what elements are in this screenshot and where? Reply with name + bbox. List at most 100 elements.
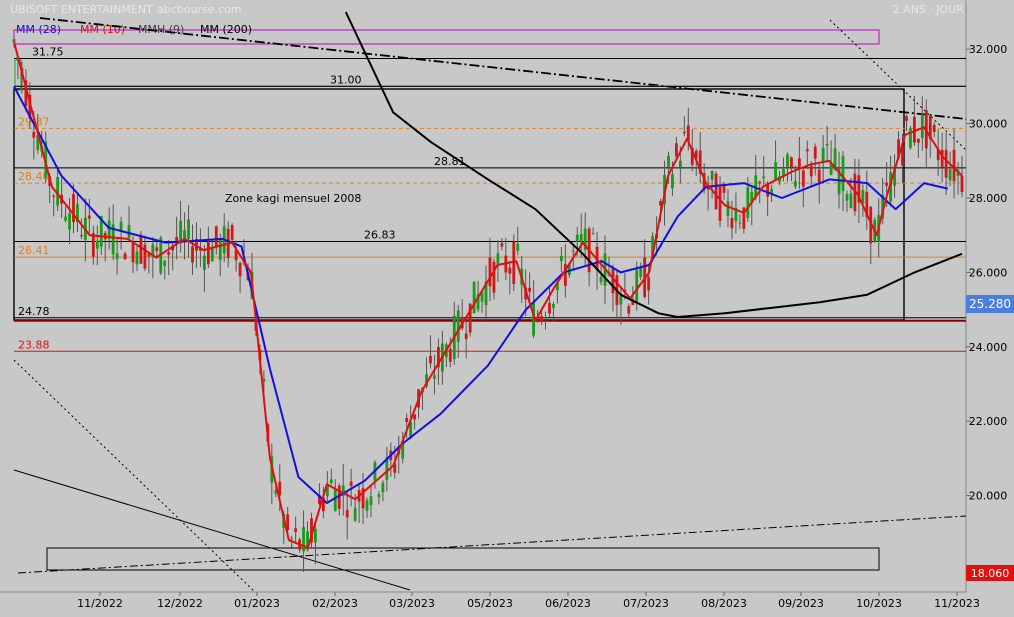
candle-body [639, 267, 643, 277]
candle-body [127, 224, 131, 239]
candle-body [571, 250, 575, 252]
candle-body [238, 262, 242, 277]
candle-body [774, 162, 777, 180]
candle-body [353, 507, 357, 521]
candle-body [790, 157, 793, 168]
candle-body [952, 149, 956, 182]
candle-body [68, 213, 71, 230]
y-tick-label: 22.000 [969, 415, 1008, 428]
candle-body [119, 221, 123, 232]
x-tick-label: 02/2023 [312, 597, 358, 610]
candle-body [143, 244, 147, 269]
x-tick-label: 09/2023 [778, 597, 824, 610]
chart-svg: UBISOFT ENTERTAINMENT abcbourse.com 2 ANS… [0, 0, 1014, 610]
candle-body [230, 225, 234, 240]
candle-body [131, 242, 135, 263]
candle-body [187, 219, 190, 240]
x-tick-label: 11/2022 [77, 597, 123, 610]
candle-body [825, 143, 829, 146]
candle-body [544, 317, 547, 319]
candle-body [849, 193, 853, 209]
candle-body [183, 229, 186, 240]
candle-body [786, 154, 789, 168]
candle-body [369, 496, 373, 506]
candle-body [167, 252, 171, 255]
y-tick-label: 30.000 [969, 118, 1008, 131]
legend-item: MM (200) [200, 23, 252, 36]
candle-body [294, 528, 298, 533]
y-tick-label: 24.000 [969, 341, 1008, 354]
x-tick-label: 05/2023 [467, 597, 513, 610]
candle-body [575, 234, 579, 242]
x-tick-label: 07/2023 [623, 597, 669, 610]
candle-body [329, 479, 333, 483]
candle-body [456, 310, 460, 342]
candle-body [135, 251, 139, 265]
candle-body [932, 124, 936, 132]
candle-body [746, 187, 750, 218]
candle-body [552, 304, 555, 309]
candle-body [948, 169, 952, 181]
y-tick-label: 32.000 [969, 43, 1008, 56]
candle-body [123, 253, 127, 260]
candle-body [488, 257, 492, 287]
candle-body [377, 494, 381, 498]
x-tick-label: 08/2023 [701, 597, 747, 610]
candle-body [32, 132, 36, 138]
candle-body [718, 186, 722, 221]
candle-body [163, 260, 167, 266]
y-tick-label: 20.000 [969, 490, 1008, 503]
x-axis-ticks: 11/2022 12/2022 01/2023 02/2023 03/2023 05/20… [77, 592, 980, 610]
candle-body [548, 303, 551, 314]
candle-body [472, 281, 476, 314]
candle-body [333, 489, 337, 512]
candle-body [801, 170, 805, 187]
candle-body [214, 226, 218, 247]
candle-body [405, 418, 409, 422]
y-tick-label: 28.000 [969, 192, 1008, 205]
candle-body [559, 255, 563, 262]
last-price-badge: 25.280 [966, 295, 1014, 313]
candle-body [155, 247, 159, 251]
level-label: 24.78 [18, 305, 50, 318]
x-tick-label: 11/2023 [934, 597, 980, 610]
candle-body [678, 160, 682, 168]
candle-body [91, 233, 95, 257]
candle-body [52, 195, 56, 197]
x-tick-label: 06/2023 [545, 597, 591, 610]
candle-body [920, 114, 924, 139]
candle-body [647, 276, 651, 291]
candle-body [516, 243, 520, 251]
low-price-badge: 18.060 [966, 565, 1014, 581]
candle-body [682, 131, 686, 134]
candle-body [191, 246, 194, 263]
candle-body [464, 333, 468, 339]
candle-body [714, 173, 718, 210]
candle-body [202, 255, 206, 270]
candle-body [813, 146, 817, 159]
candle-body [290, 538, 294, 540]
candle-body [349, 481, 353, 486]
candle-body [619, 295, 623, 305]
candle-body [805, 149, 809, 152]
candle-body [218, 238, 222, 260]
candle-body [95, 240, 99, 249]
candle-body [916, 138, 920, 143]
candle-body [115, 253, 119, 260]
period-label: 2 ANS · JOUR [893, 3, 965, 16]
candle-body [905, 116, 908, 121]
candle-body [809, 166, 813, 177]
y-tick-label: 26.000 [969, 266, 1008, 279]
candle-body [794, 181, 797, 187]
candle-body [80, 235, 83, 237]
candle-body [508, 267, 512, 274]
candle-body [579, 233, 583, 242]
level-label: 31.00 [330, 73, 362, 86]
candle-body [314, 529, 317, 543]
stock-chart: UBISOFT ENTERTAINMENT abcbourse.com 2 ANS… [0, 0, 1014, 613]
candle-body [433, 375, 436, 379]
candle-body [635, 269, 639, 302]
candle-body [845, 194, 849, 201]
chart-title: UBISOFT ENTERTAINMENT abcbourse.com [10, 3, 241, 16]
candle-body [72, 194, 75, 223]
